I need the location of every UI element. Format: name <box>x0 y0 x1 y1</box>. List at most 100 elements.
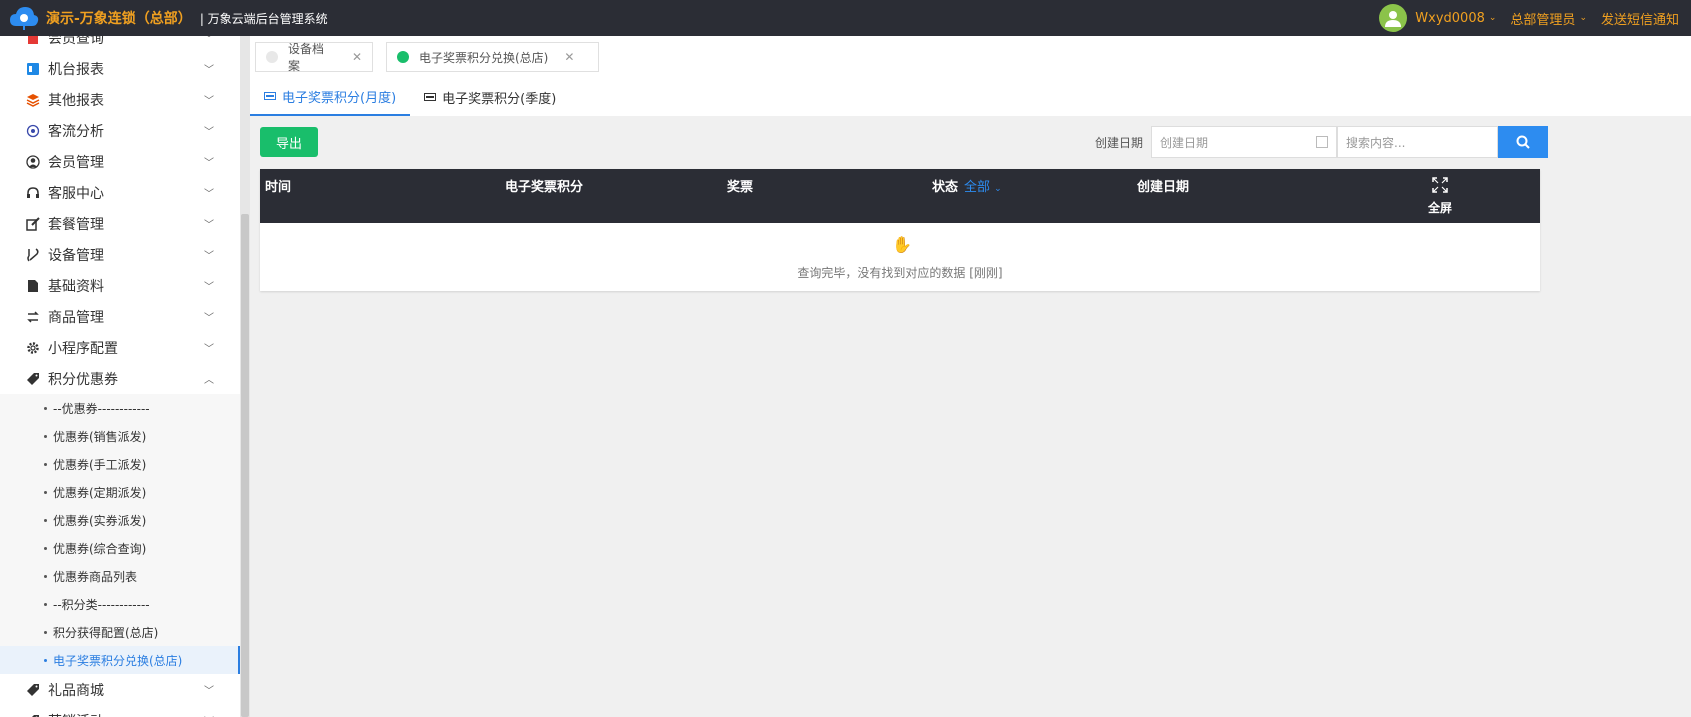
sidebar-item[interactable]: 基础资料 ﹀ <box>0 270 240 301</box>
user-avatar-icon <box>1385 11 1402 27</box>
chevron-down-icon: ﹀ <box>204 313 214 324</box>
column-header-status[interactable]: 状态 全部 ⌄ <box>932 176 1002 195</box>
date-filter-label: 创建日期 <box>1095 136 1144 150</box>
sidebar-item-label: 营销活动 <box>48 711 104 717</box>
chevron-down-icon: ﹀ <box>204 220 214 231</box>
status-filter-dropdown[interactable]: 全部 ⌄ <box>964 180 1002 195</box>
sidebar-item[interactable]: 礼品商城 ﹀ <box>0 674 240 705</box>
submenu-item[interactable]: --积分类------------ <box>0 590 240 618</box>
sidebar-item[interactable]: 商品管理 ﹀ <box>0 301 240 332</box>
sidebar-item[interactable]: 套餐管理 ﹀ <box>0 208 240 239</box>
submenu-item[interactable]: 优惠券(销售派发) <box>0 422 240 450</box>
column-header-points[interactable]: 电子奖票积分 <box>505 176 583 195</box>
role-menu[interactable]: 总部管理员 ⌄ <box>1510 9 1587 28</box>
scrollbar-thumb[interactable] <box>241 214 249 717</box>
sidebar-item-label: 设备管理 <box>48 247 104 264</box>
export-button[interactable]: 导出 <box>260 127 318 157</box>
sidebar-item[interactable]: 小程序配置 ﹀ <box>0 332 240 363</box>
sidebar-item-label: 商品管理 <box>48 309 104 326</box>
avatar[interactable] <box>1379 4 1408 32</box>
system-name: | 万象云端后台管理系统 <box>199 11 328 26</box>
sidebar-item[interactable]: 机台报表 ﹀ <box>0 53 240 84</box>
brand-name: 演示-万象连锁（总部） <box>46 11 192 27</box>
sidebar-item[interactable]: 营销活动 ﹀ <box>0 705 240 717</box>
layers-icon <box>26 93 40 107</box>
sidebar-item[interactable]: 会员查询 ﹀ <box>0 36 240 53</box>
table-header: 时间 电子奖票积分 奖票 状态 全部 ⌄ 创建日期 全屏 <box>260 169 1540 223</box>
chevron-down-icon: ﹀ <box>204 96 214 107</box>
page-tab-device-archive[interactable]: 设备档案 ✕ <box>255 42 373 73</box>
bullet-icon <box>44 490 47 494</box>
bullet-icon <box>44 602 47 606</box>
swap-icon <box>27 310 39 323</box>
toolbar: 导出 创建日期 创建日期 搜索内容... <box>260 126 1548 158</box>
bullet-icon <box>44 434 47 438</box>
wrench-icon <box>27 247 39 261</box>
edit-icon <box>26 216 40 231</box>
tab-monthly[interactable]: 电子奖票积分(月度) <box>250 78 411 116</box>
fullscreen-button[interactable]: 全屏 <box>1420 177 1460 216</box>
logo: 演示-万象连锁（总部） | 万象云端后台管理系统 <box>8 4 328 32</box>
submenu-item[interactable]: 优惠券(综合查询) <box>0 534 240 562</box>
sub-tabs: 电子奖票积分(月度) 电子奖票积分(季度) <box>250 78 570 116</box>
cloud-logo-icon <box>10 7 39 30</box>
sidebar-item[interactable]: 积分优惠券 ︿ <box>0 363 240 394</box>
target-icon <box>26 124 40 137</box>
chevron-down-icon: ﹀ <box>204 251 214 262</box>
close-icon[interactable]: ✕ <box>352 50 362 64</box>
chevron-down-icon: ﹀ <box>204 158 214 169</box>
sidebar-item[interactable]: 客服中心 ﹀ <box>0 177 240 208</box>
main-content: 设备档案 ✕ 电子奖票积分兑换(总店) ✕ 电子奖票积分(月度) 电子奖票积分(… <box>250 36 1691 717</box>
chevron-down-icon: ﹀ <box>204 713 214 717</box>
gear-icon <box>27 341 39 354</box>
sidebar-item[interactable]: 会员管理 ﹀ <box>0 146 240 177</box>
sidebar-item-label: 积分优惠券 <box>48 371 118 388</box>
search-input[interactable]: 搜索内容... <box>1337 126 1498 158</box>
file-icon <box>28 279 38 292</box>
sidebar-item-label: 基础资料 <box>48 278 104 295</box>
search-button[interactable] <box>1498 126 1548 158</box>
sidebar-item-label: 其他报表 <box>48 92 104 109</box>
page-tab-ticket-points[interactable]: 电子奖票积分兑换(总店) ✕ <box>386 42 599 72</box>
submenu-item[interactable]: 优惠券(定期派发) <box>0 478 240 506</box>
user-menu[interactable]: Wxyd0008 ⌄ <box>1415 11 1496 26</box>
sidebar-item[interactable]: 其他报表 ﹀ <box>0 84 240 115</box>
active-dot-icon <box>397 51 409 63</box>
submenu-item[interactable]: 电子奖票积分兑换(总店) <box>0 646 240 674</box>
column-header-time[interactable]: 时间 <box>265 176 291 195</box>
column-header-tickets[interactable]: 奖票 <box>727 176 753 195</box>
headset-icon <box>27 186 39 198</box>
empty-message: 查询完毕，没有找到对应的数据 [刚刚] <box>797 266 1003 280</box>
gift-tag-icon <box>31 714 39 717</box>
sidebar-scrollbar[interactable] <box>240 36 250 717</box>
submenu-item[interactable]: 优惠券商品列表 <box>0 562 240 590</box>
search-icon <box>1516 135 1530 149</box>
sidebar-item[interactable]: 设备管理 ﹀ <box>0 239 240 270</box>
chevron-down-icon: ﹀ <box>204 282 214 293</box>
card-icon <box>424 93 437 101</box>
bullet-icon <box>44 518 47 522</box>
book-icon <box>28 36 38 44</box>
bullet-icon <box>44 658 47 662</box>
sidebar-item-label: 礼品商城 <box>48 682 104 699</box>
submenu-item[interactable]: 积分获得配置(总店) <box>0 618 240 646</box>
tag-icon <box>27 372 39 385</box>
inactive-dot-icon <box>266 51 278 63</box>
submenu-item[interactable]: 优惠券(手工派发) <box>0 450 240 478</box>
chevron-down-icon: ⌄ <box>994 184 1002 194</box>
bullet-icon <box>44 546 47 550</box>
sidebar-item[interactable]: 客流分析 ﹀ <box>0 115 240 146</box>
user-name: Wxyd0008 <box>1415 10 1485 26</box>
tab-quarterly[interactable]: 电子奖票积分(季度) <box>410 78 570 116</box>
sms-notify-link[interactable]: 发送短信通知 <box>1601 9 1679 28</box>
data-table: 时间 电子奖票积分 奖票 状态 全部 ⌄ 创建日期 全屏 ✋ 查询完毕，没有找到对… <box>260 169 1540 291</box>
column-header-created-date[interactable]: 创建日期 <box>1137 176 1189 195</box>
submenu-item[interactable]: --优惠券------------ <box>0 394 240 422</box>
bullet-icon <box>44 574 47 578</box>
chevron-down-icon: ﹀ <box>204 344 214 355</box>
user-icon <box>26 154 40 169</box>
submenu-item[interactable]: 优惠券(实券派发) <box>0 506 240 534</box>
sidebar-item-label: 客流分析 <box>48 123 104 140</box>
date-picker[interactable]: 创建日期 <box>1151 126 1337 158</box>
close-icon[interactable]: ✕ <box>564 50 574 64</box>
